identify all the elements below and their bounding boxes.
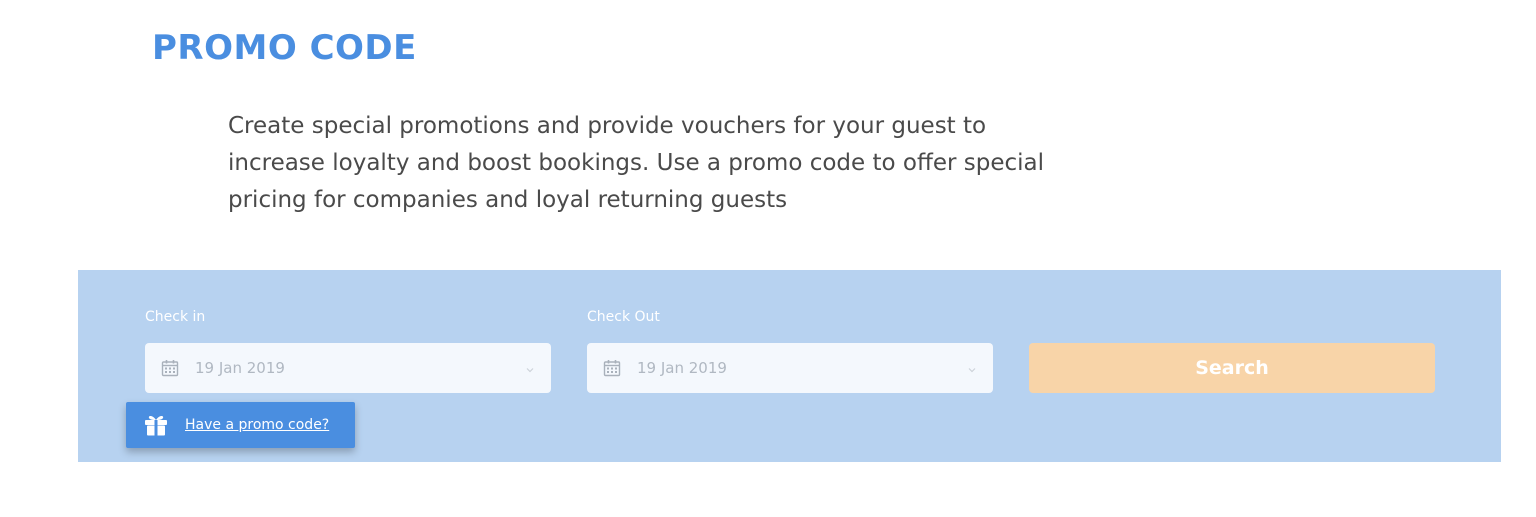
- chevron-down-icon[interactable]: [967, 362, 977, 373]
- check-in-date-field[interactable]: 19 Jan 2019: [145, 343, 551, 393]
- search-button[interactable]: Search: [1029, 343, 1435, 393]
- chevron-down-icon[interactable]: [525, 362, 535, 373]
- calendar-icon: [161, 359, 179, 377]
- promo-code-toggle[interactable]: Have a promo code?: [126, 402, 355, 448]
- check-in-date-value: 19 Jan 2019: [195, 359, 285, 377]
- check-out-date-field[interactable]: 19 Jan 2019: [587, 343, 993, 393]
- intro-description: Create special promotions and provide vo…: [228, 113, 1044, 213]
- promo-code-page: PROMO CODE Create special promotions and…: [0, 0, 1536, 517]
- gift-icon: [143, 413, 169, 437]
- promo-code-link[interactable]: Have a promo code?: [185, 417, 329, 433]
- check-out-label: Check Out: [587, 309, 660, 325]
- check-out-date-value: 19 Jan 2019: [637, 359, 727, 377]
- check-in-label: Check in: [145, 309, 206, 325]
- page-title: PROMO CODE: [152, 28, 417, 68]
- calendar-icon: [603, 359, 621, 377]
